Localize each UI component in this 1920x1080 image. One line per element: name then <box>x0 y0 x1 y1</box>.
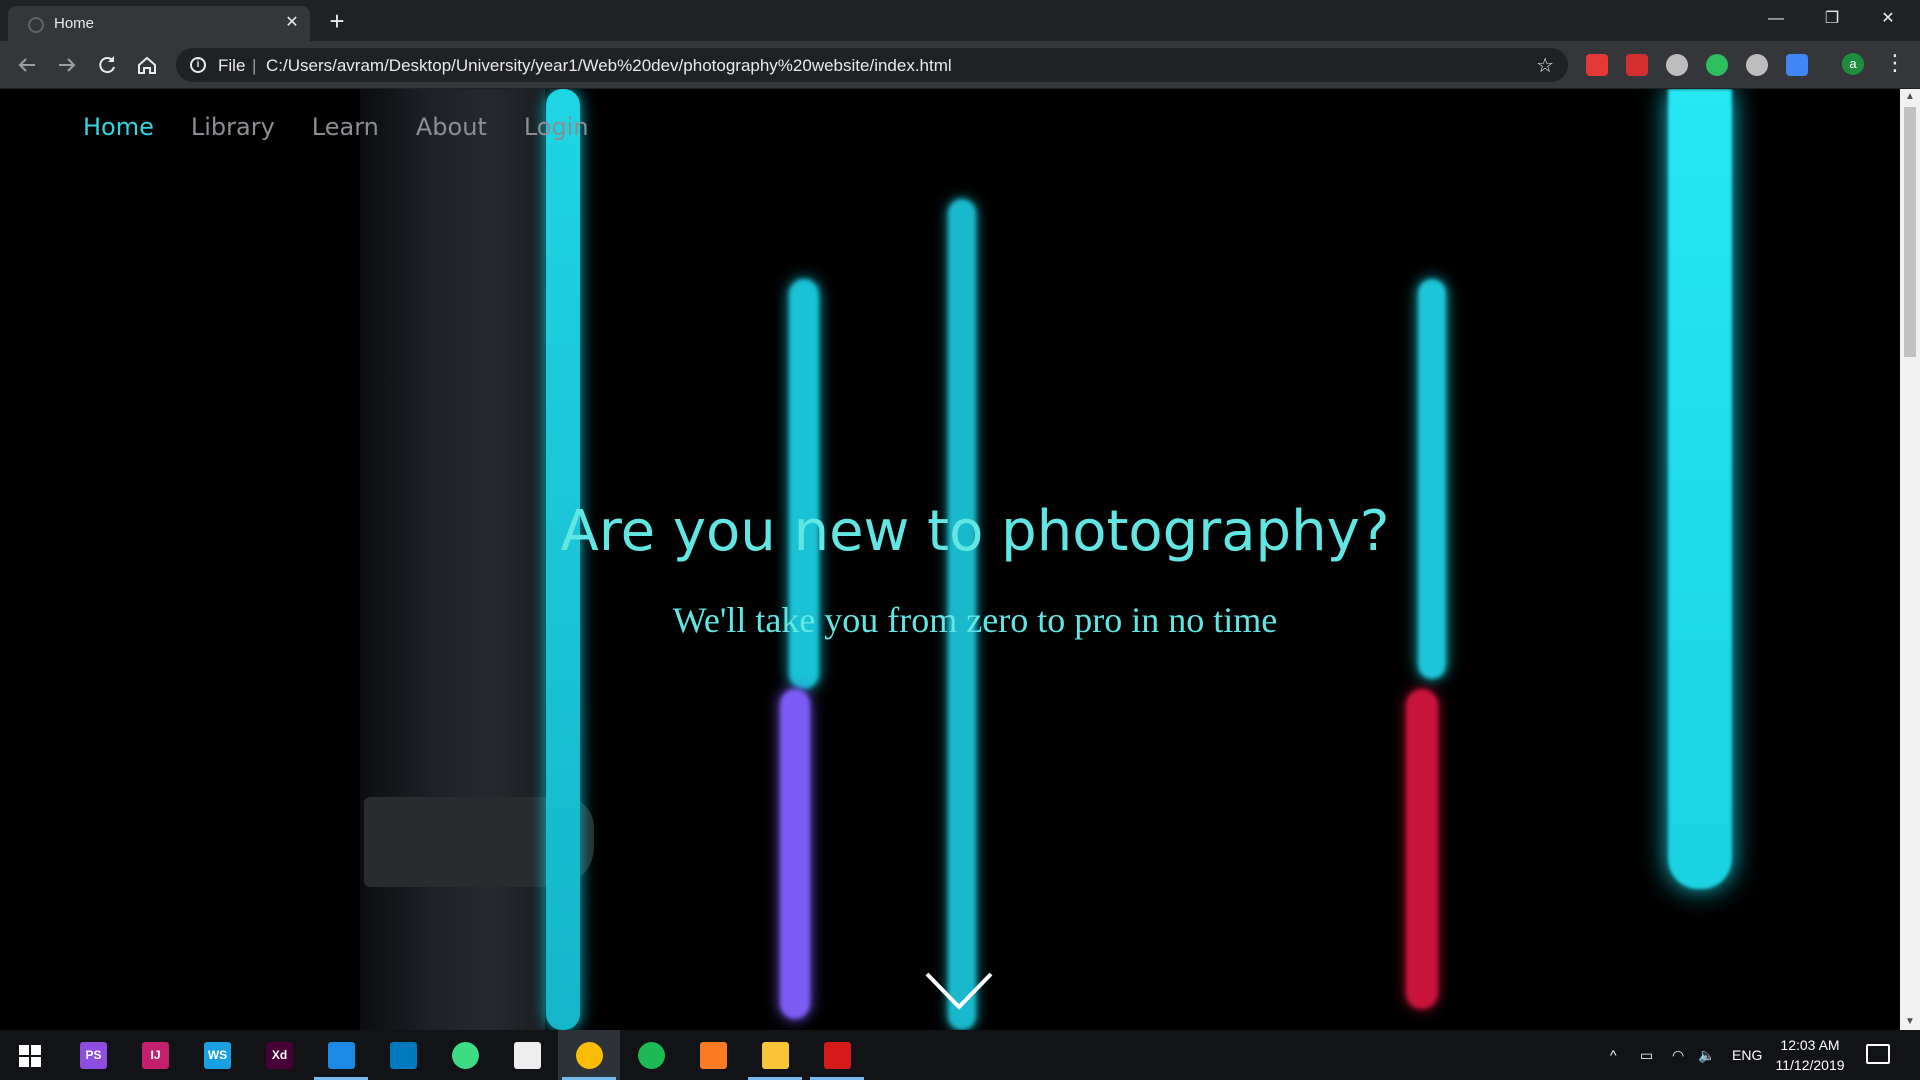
xampp-app-icon <box>700 1042 727 1069</box>
favicon-icon <box>28 17 44 33</box>
tab-strip: Home ✕ + — ❐ ✕ <box>0 0 1920 41</box>
unity-app-taskbar-button[interactable] <box>496 1030 558 1080</box>
clock-time: 12:03 AM <box>1780 1037 1840 1053</box>
hero-title: Are you new to photography? <box>560 499 1390 564</box>
grey-circle-extension-icon[interactable] <box>1666 54 1688 76</box>
neon-light <box>780 689 810 1019</box>
wifi-icon[interactable]: ◠ <box>1672 1030 1684 1080</box>
url-text[interactable]: C:/Users/avram/Desktop/University/year1/… <box>266 56 952 76</box>
spotify-app-icon <box>638 1042 665 1069</box>
page-viewport: Home Library Learn About Login Are you n… <box>0 89 1900 1030</box>
volume-icon[interactable]: 🔈 <box>1698 1030 1715 1080</box>
scheme-separator: | <box>252 56 257 75</box>
webstorm-app-taskbar-button[interactable]: WS <box>186 1030 248 1080</box>
chevron-down-icon[interactable] <box>924 971 994 1011</box>
windows-logo-icon <box>19 1045 41 1067</box>
lastpass-extension-icon[interactable] <box>1626 54 1648 76</box>
nav-link-about[interactable]: About <box>416 113 487 141</box>
battery-icon[interactable]: ▭ <box>1640 1030 1653 1080</box>
google-translate-extension-icon[interactable] <box>1786 54 1808 76</box>
adobe-xd-app-icon: Xd <box>266 1042 293 1069</box>
new-tab-button[interactable]: + <box>324 8 350 34</box>
bookmark-star-icon[interactable]: ☆ <box>1536 53 1554 78</box>
webstorm-app-icon: WS <box>204 1042 231 1069</box>
neon-light <box>1406 689 1438 1009</box>
site-navigation: Home Library Learn About Login <box>83 113 589 141</box>
xampp-app-taskbar-button[interactable] <box>682 1030 744 1080</box>
close-window-button[interactable]: ✕ <box>1860 0 1916 38</box>
gear-extension-icon[interactable] <box>1746 54 1768 76</box>
chrome-app-taskbar-button[interactable] <box>558 1030 620 1080</box>
tab-title: Home <box>54 15 95 32</box>
chrome-app-icon <box>576 1042 603 1069</box>
acrobat-app-icon <box>824 1042 851 1069</box>
nav-link-learn[interactable]: Learn <box>312 113 379 141</box>
acrobat-app-taskbar-button[interactable] <box>806 1030 868 1080</box>
android-studio-app-icon <box>452 1042 479 1069</box>
clock-date: 11/12/2019 <box>1775 1057 1845 1073</box>
evernote-extension-icon[interactable] <box>1706 54 1728 76</box>
info-icon[interactable]: i <box>190 57 206 73</box>
vscode-app-icon <box>328 1042 355 1069</box>
reload-icon[interactable] <box>93 51 121 79</box>
scroll-up-icon[interactable]: ▲ <box>1900 89 1920 105</box>
intellij-app-taskbar-button[interactable]: IJ <box>124 1030 186 1080</box>
windows-taskbar: PS IJ WS Xd ^ ▭ ◠ 🔈 ENG 12:03 AM 11/12/2019 <box>0 1030 1920 1080</box>
adobe-xd-app-taskbar-button[interactable]: Xd <box>248 1030 310 1080</box>
language-indicator[interactable]: ENG <box>1732 1030 1762 1080</box>
action-center-icon[interactable] <box>1866 1044 1890 1064</box>
forward-icon[interactable] <box>53 51 81 79</box>
phpstorm-app-icon: PS <box>80 1042 107 1069</box>
scroll-down-icon[interactable]: ▼ <box>1900 1014 1920 1030</box>
home-icon[interactable] <box>133 51 161 79</box>
back-icon[interactable] <box>13 51 41 79</box>
browser-menu-icon[interactable]: ⋮ <box>1884 49 1906 77</box>
intellij-app-icon: IJ <box>142 1042 169 1069</box>
start-button[interactable] <box>0 1030 62 1080</box>
minimize-button[interactable]: — <box>1748 0 1804 38</box>
page-scrollbar[interactable]: ▲ ▼ <box>1900 89 1920 1030</box>
trello-app-taskbar-button[interactable] <box>372 1030 434 1080</box>
browser-tab[interactable]: Home ✕ <box>8 6 310 41</box>
browser-toolbar: i File | C:/Users/avram/Desktop/Universi… <box>0 41 1920 89</box>
show-hidden-icons-icon[interactable]: ^ <box>1610 1030 1617 1080</box>
nav-link-login[interactable]: Login <box>524 113 589 141</box>
phpstorm-app-taskbar-button[interactable]: PS <box>62 1030 124 1080</box>
system-clock[interactable]: 12:03 AM 11/12/2019 <box>1770 1035 1850 1075</box>
trello-app-icon <box>390 1042 417 1069</box>
file-explorer-app-taskbar-button[interactable] <box>744 1030 806 1080</box>
scheme-label: File <box>218 56 246 75</box>
restore-button[interactable]: ❐ <box>1804 0 1860 38</box>
unity-app-icon <box>514 1042 541 1069</box>
file-explorer-app-icon <box>762 1042 789 1069</box>
tab-close-button[interactable]: ✕ <box>282 13 302 33</box>
spotify-app-taskbar-button[interactable] <box>620 1030 682 1080</box>
neon-light <box>1668 89 1732 889</box>
vscode-app-taskbar-button[interactable] <box>310 1030 372 1080</box>
android-studio-app-taskbar-button[interactable] <box>434 1030 496 1080</box>
nav-link-home[interactable]: Home <box>83 113 154 141</box>
scroll-thumb[interactable] <box>1904 107 1916 357</box>
nav-link-library[interactable]: Library <box>191 113 275 141</box>
profile-avatar[interactable]: a <box>1842 53 1864 75</box>
adblock-extension-icon[interactable] <box>1586 54 1608 76</box>
address-bar[interactable]: i File | C:/Users/avram/Desktop/Universi… <box>176 48 1568 82</box>
hero-subtitle: We'll take you from zero to pro in no ti… <box>672 600 1278 640</box>
